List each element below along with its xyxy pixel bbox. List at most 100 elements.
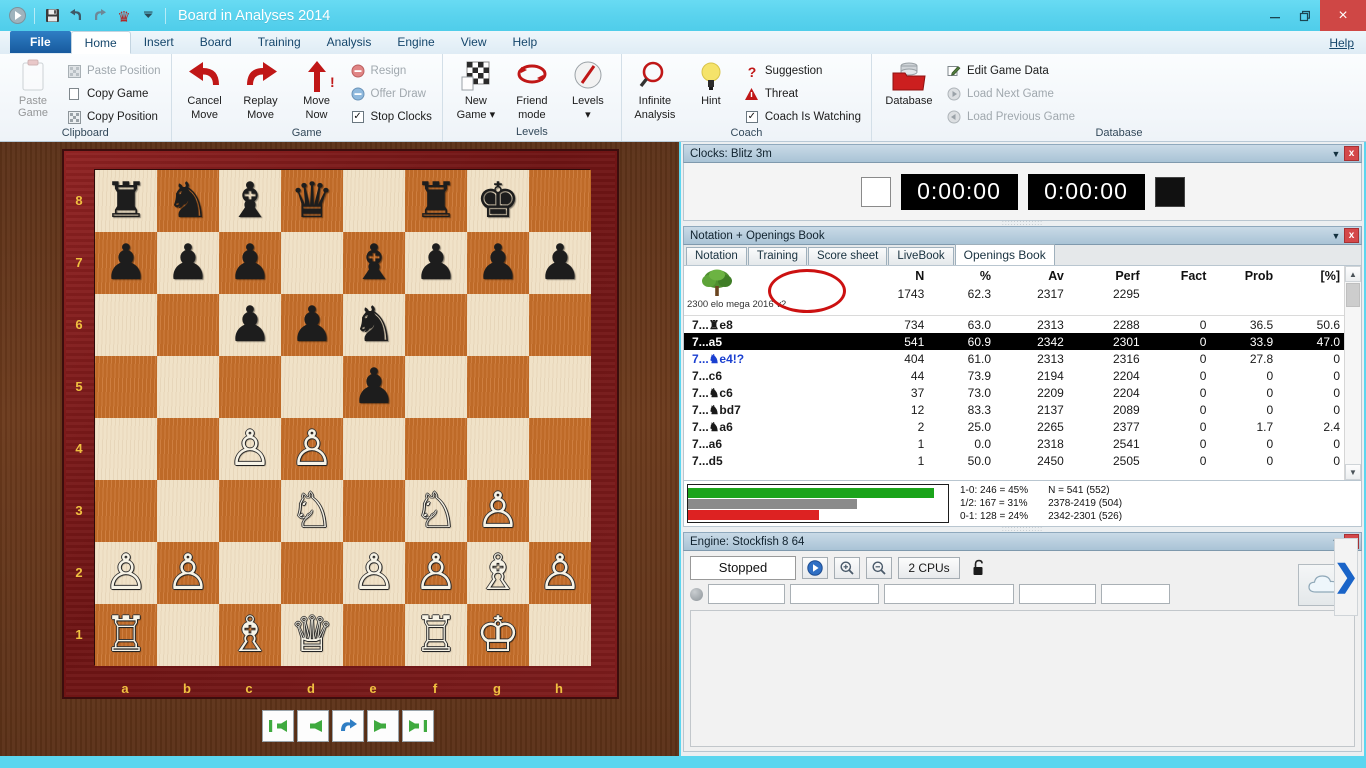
coach-is-watching-checkbox[interactable]: ✓ Coach Is Watching <box>740 107 865 127</box>
square-b7[interactable]: ♟ <box>157 232 219 294</box>
engine-zoom-out-button[interactable] <box>866 556 892 579</box>
tab-board[interactable]: Board <box>187 31 245 53</box>
black-pawn-g7[interactable]: ♟ <box>467 232 529 294</box>
black-pawn-c7[interactable]: ♟ <box>219 232 281 294</box>
white-pawn-f2[interactable]: ♙ <box>405 542 467 604</box>
black-pawn-f7[interactable]: ♟ <box>405 232 467 294</box>
square-e7[interactable]: ♝ <box>343 232 405 294</box>
square-e5[interactable]: ♟ <box>343 356 405 418</box>
black-knight-e6[interactable]: ♞ <box>343 294 405 356</box>
nav-go-start-button[interactable] <box>262 710 294 742</box>
nav-go-end-button[interactable] <box>402 710 434 742</box>
tab-home[interactable]: Home <box>70 31 131 54</box>
square-g4[interactable] <box>467 418 529 480</box>
tab-training[interactable]: Training <box>747 247 807 265</box>
black-pawn-d6[interactable]: ♟ <box>281 294 343 356</box>
col-header-brpct[interactable]: [%] <box>1277 266 1344 285</box>
paste-game-button[interactable]: Paste Game <box>6 57 60 119</box>
tab-notation[interactable]: Notation <box>686 247 747 265</box>
scroll-down-button[interactable]: ▼ <box>1345 464 1361 480</box>
stop-clocks-checkbox[interactable]: ✓ Stop Clocks <box>346 107 436 127</box>
openings-book-row[interactable]: 7...♞e4!? 404 61.0 2313 2316 0 27.8 0 <box>684 350 1344 367</box>
square-d4[interactable]: ♙ <box>281 418 343 480</box>
square-c3[interactable] <box>219 480 281 542</box>
openings-book-scrollbar[interactable]: ▲ ▼ <box>1344 266 1361 480</box>
engine-field-nodes[interactable] <box>1019 584 1096 604</box>
square-b6[interactable] <box>157 294 219 356</box>
tab-help[interactable]: Help <box>500 31 551 53</box>
copy-game-button[interactable]: Copy Game <box>62 84 165 104</box>
square-f2[interactable]: ♙ <box>405 542 467 604</box>
openings-book-row[interactable]: 7...a6 1 0.0 2318 2541 0 0 0 <box>684 435 1344 452</box>
engine-status[interactable]: Stopped <box>690 555 796 580</box>
tab-insert[interactable]: Insert <box>131 31 187 53</box>
square-c7[interactable]: ♟ <box>219 232 281 294</box>
square-h3[interactable] <box>529 480 591 542</box>
engine-expand-button[interactable]: ❯ <box>1333 538 1359 616</box>
white-pawn-a2[interactable]: ♙ <box>95 542 157 604</box>
square-b2[interactable]: ♙ <box>157 542 219 604</box>
engine-zoom-in-button[interactable] <box>834 556 860 579</box>
restore-button[interactable] <box>1290 0 1320 31</box>
scroll-thumb[interactable] <box>1346 283 1360 307</box>
square-b8[interactable]: ♞ <box>157 170 219 232</box>
resign-button[interactable]: Resign <box>346 61 436 81</box>
nav-refresh-button[interactable] <box>332 710 364 742</box>
square-a7[interactable]: ♟ <box>95 232 157 294</box>
redo-icon[interactable] <box>90 6 110 26</box>
lock-open-icon[interactable] <box>966 556 992 580</box>
infinite-analysis-button[interactable]: Infinite Analysis <box>628 57 682 121</box>
clocks-close-icon[interactable]: x <box>1344 146 1359 161</box>
engine-field-depth[interactable] <box>708 584 785 604</box>
square-c5[interactable] <box>219 356 281 418</box>
square-f1[interactable]: ♖ <box>405 604 467 666</box>
square-b1[interactable] <box>157 604 219 666</box>
white-bishop-g2[interactable]: ♗ <box>467 542 529 604</box>
tab-view[interactable]: View <box>448 31 500 53</box>
white-rook-f1[interactable]: ♖ <box>405 604 467 666</box>
white-pawn-g3[interactable]: ♙ <box>467 480 529 542</box>
col-header-pct[interactable]: % <box>928 266 995 285</box>
nav-step-forward-button[interactable] <box>367 710 399 742</box>
square-e8[interactable] <box>343 170 405 232</box>
load-next-game-button[interactable]: Load Next Game <box>942 84 1079 104</box>
white-knight-f3[interactable]: ♘ <box>405 480 467 542</box>
tab-analysis[interactable]: Analysis <box>314 31 385 53</box>
tab-training[interactable]: Training <box>245 31 314 53</box>
square-a4[interactable] <box>95 418 157 480</box>
black-king-g8[interactable]: ♚ <box>467 170 529 232</box>
openings-book-row[interactable]: 7...d5 1 50.0 2450 2505 0 0 0 <box>684 452 1344 469</box>
white-queen-d1[interactable]: ♕ <box>281 604 343 666</box>
qat-dropdown-icon[interactable] <box>138 6 158 26</box>
save-icon[interactable] <box>42 6 62 26</box>
square-d7[interactable] <box>281 232 343 294</box>
ribbon-help-link[interactable]: Help <box>1329 36 1354 50</box>
col-header-perf[interactable]: Perf <box>1068 266 1144 285</box>
white-rook-a1[interactable]: ♖ <box>95 604 157 666</box>
square-e2[interactable]: ♙ <box>343 542 405 604</box>
replay-move-button[interactable]: Replay Move <box>234 57 288 121</box>
openings-book-row[interactable]: 7...♞a6 2 25.0 2265 2377 0 1.7 2.4 <box>684 418 1344 435</box>
notation-collapse-icon[interactable]: ▼ <box>1328 228 1344 243</box>
square-a8[interactable]: ♜ <box>95 170 157 232</box>
square-f4[interactable] <box>405 418 467 480</box>
copy-position-button[interactable]: Copy Position <box>62 107 165 127</box>
engine-cpus-button[interactable]: 2 CPUs <box>898 556 960 579</box>
square-f8[interactable]: ♜ <box>405 170 467 232</box>
openings-book-row[interactable]: 7...a5 541 60.9 2342 2301 0 33.9 47.0 <box>684 333 1344 350</box>
cancel-move-button[interactable]: Cancel Move <box>178 57 232 121</box>
square-h1[interactable] <box>529 604 591 666</box>
notation-close-icon[interactable]: x <box>1344 228 1359 243</box>
black-queen-d8[interactable]: ♛ <box>281 170 343 232</box>
openings-book-row[interactable]: 7...♜e8 734 63.0 2313 2288 0 36.5 50.6 <box>684 316 1344 333</box>
app-orb-icon[interactable] <box>7 6 27 26</box>
square-e1[interactable] <box>343 604 405 666</box>
friend-mode-button[interactable]: Friend mode <box>505 57 559 121</box>
square-h7[interactable]: ♟ <box>529 232 591 294</box>
move-now-button[interactable]: ! Move Now <box>290 57 344 121</box>
black-bishop-c8[interactable]: ♝ <box>219 170 281 232</box>
square-d6[interactable]: ♟ <box>281 294 343 356</box>
square-a2[interactable]: ♙ <box>95 542 157 604</box>
black-bishop-e7[interactable]: ♝ <box>343 232 405 294</box>
white-pawn-e2[interactable]: ♙ <box>343 542 405 604</box>
